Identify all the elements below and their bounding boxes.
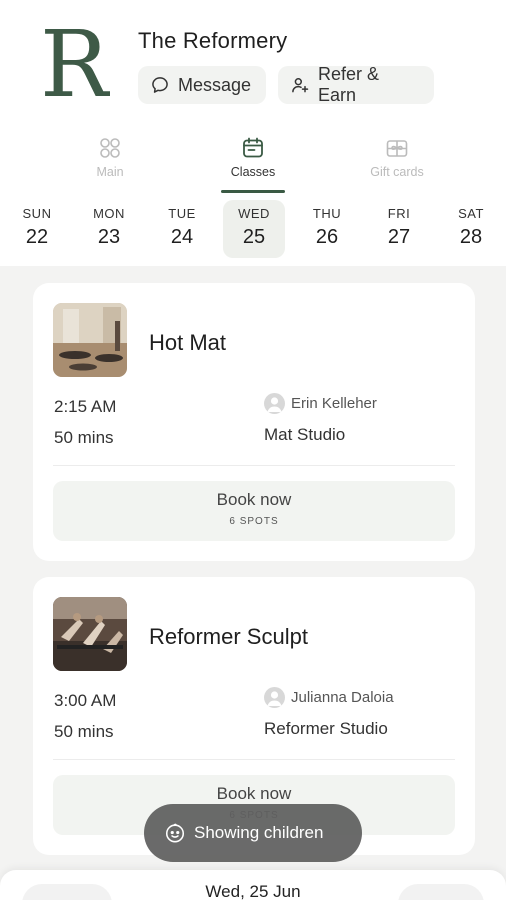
- grid-icon: [100, 138, 120, 158]
- showing-children-toast[interactable]: Showing children: [144, 804, 362, 862]
- book-now-button[interactable]: Book now 6 SPOTS: [53, 481, 455, 541]
- studio-name: The Reformery: [138, 28, 288, 53]
- calendar-icon: [243, 137, 263, 158]
- class-title: Reformer Sculpt: [149, 624, 308, 649]
- message-label: Message: [178, 74, 252, 95]
- tab-main-label: Main: [96, 165, 124, 179]
- svg-text:R: R: [40, 18, 110, 108]
- toast-label: Showing children: [194, 823, 324, 842]
- day-wed-selected[interactable]: WED 25: [223, 200, 285, 258]
- day-thu[interactable]: THU 26: [296, 200, 358, 258]
- next-day-button[interactable]: [398, 884, 484, 900]
- day-date: 27: [387, 226, 411, 248]
- day-date: 28: [459, 226, 483, 248]
- class-duration: 50 mins: [54, 428, 114, 447]
- bottom-date-bar: Wed, 25 Jun: [0, 870, 506, 900]
- instructor-name: Erin Kelleher: [291, 395, 377, 412]
- chat-bubble-icon: [152, 77, 168, 93]
- book-now-label: Book now: [216, 784, 292, 803]
- tab-classes[interactable]: Classes: [193, 132, 313, 192]
- class-time: 3:00 AM: [54, 691, 117, 710]
- day-sun[interactable]: SUN 22: [6, 200, 68, 258]
- class-card[interactable]: Hot Mat 2:15 AM 50 mins Erin Kelleher Ma…: [33, 283, 475, 561]
- week-day-picker: SUN 22 MON 23 TUE 24 WED 25 THU 26 FRI 2…: [0, 200, 506, 258]
- class-room: Mat Studio: [264, 425, 346, 444]
- day-date: 22: [25, 226, 49, 248]
- instructor[interactable]: Julianna Daloia: [264, 687, 394, 708]
- class-duration: 50 mins: [54, 722, 114, 741]
- gift-icon: [386, 140, 408, 157]
- day-name: SUN: [22, 206, 52, 221]
- day-sat[interactable]: SAT 28: [440, 200, 502, 258]
- instructor-name: Julianna Daloia: [291, 689, 394, 706]
- class-thumbnail: [53, 597, 127, 671]
- header: R The Reformery Message Refer & Earn: [0, 0, 506, 130]
- studio-logo: R: [40, 18, 110, 108]
- day-name: FRI: [387, 206, 411, 221]
- tab-gift-cards-label: Gift cards: [370, 165, 424, 179]
- card-divider: [53, 759, 455, 760]
- day-fri[interactable]: FRI 27: [368, 200, 430, 258]
- class-room: Reformer Studio: [264, 719, 388, 738]
- day-date: 25: [242, 226, 266, 248]
- day-name: MON: [93, 206, 125, 221]
- child-face-icon: [165, 823, 185, 843]
- day-date: 23: [97, 226, 121, 248]
- section-tabs: Main Classes Gift cards: [0, 132, 506, 192]
- day-name: TUE: [168, 206, 196, 221]
- day-name: SAT: [458, 206, 484, 221]
- instructor-avatar: [264, 393, 285, 414]
- instructor-avatar: [264, 687, 285, 708]
- spots-remaining: 6 SPOTS: [229, 516, 279, 527]
- day-mon[interactable]: MON 23: [78, 200, 140, 258]
- book-now-label: Book now: [216, 490, 292, 509]
- refer-earn-button[interactable]: Refer & Earn: [278, 64, 434, 105]
- class-title: Hot Mat: [149, 330, 227, 355]
- class-thumbnail: [53, 303, 127, 377]
- class-time: 2:15 AM: [54, 397, 117, 416]
- day-date: 24: [170, 226, 194, 248]
- tab-main[interactable]: Main: [50, 132, 170, 192]
- refer-earn-label: Refer & Earn: [318, 64, 380, 105]
- day-name: WED: [238, 206, 270, 221]
- day-date: 26: [315, 226, 339, 248]
- tab-classes-label: Classes: [230, 165, 276, 179]
- message-button[interactable]: Message: [138, 66, 266, 104]
- day-tue[interactable]: TUE 24: [151, 200, 213, 258]
- active-tab-indicator: [221, 190, 285, 193]
- day-name: THU: [312, 206, 342, 221]
- add-person-icon: [292, 78, 309, 93]
- instructor[interactable]: Erin Kelleher: [264, 393, 377, 414]
- card-divider: [53, 465, 455, 466]
- tab-gift-cards[interactable]: Gift cards: [337, 132, 457, 192]
